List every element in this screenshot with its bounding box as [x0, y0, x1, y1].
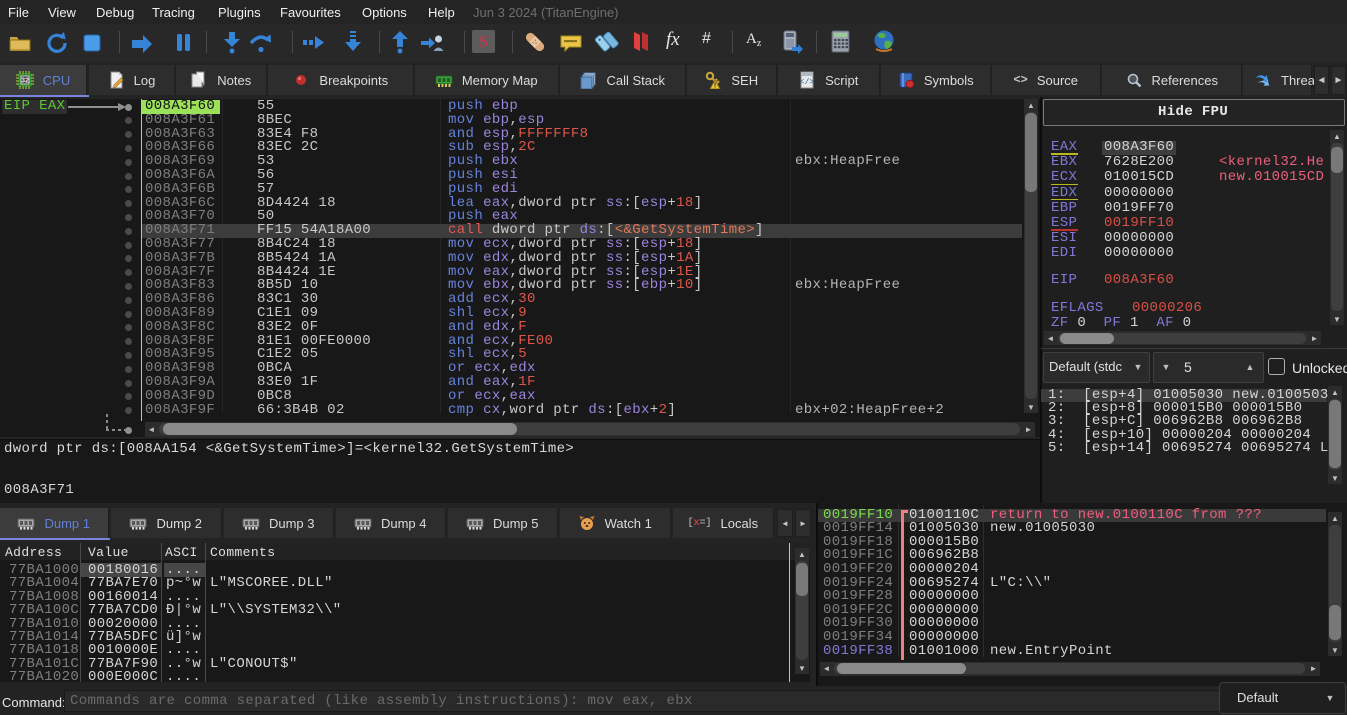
svg-text:S: S	[479, 32, 488, 51]
svg-text:!: !	[714, 83, 716, 90]
svg-text:32: 32	[21, 78, 29, 85]
svg-text:</>: </>	[800, 78, 815, 87]
